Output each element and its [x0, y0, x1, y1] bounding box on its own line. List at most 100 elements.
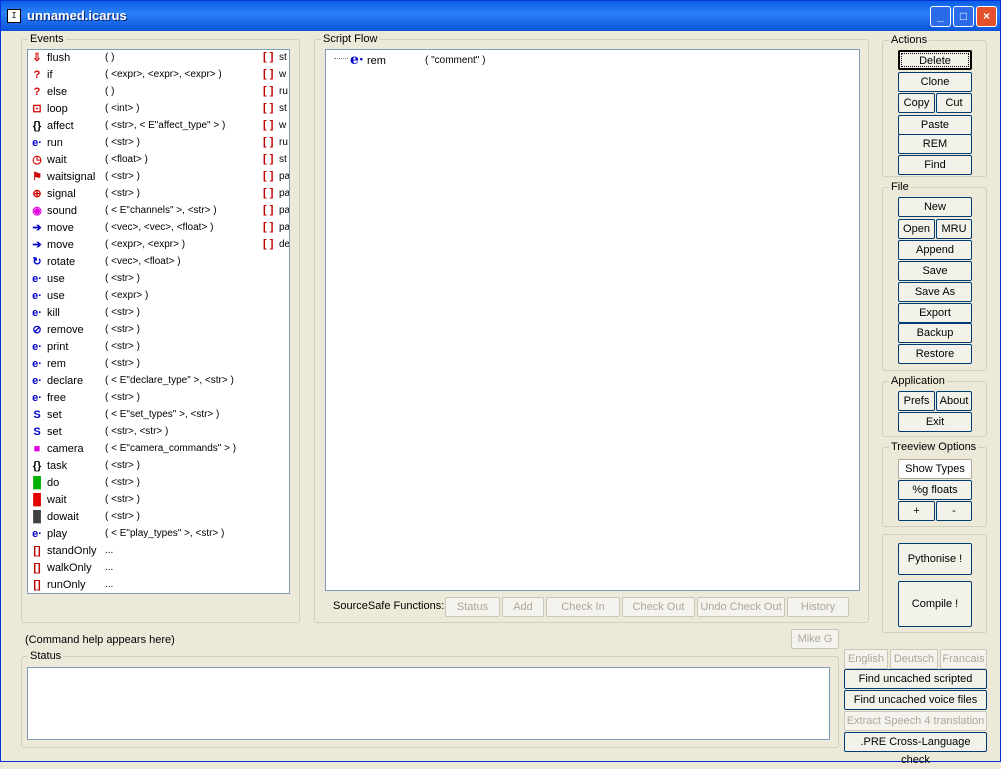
event-params: ... [105, 545, 114, 556]
delete-button[interactable]: Delete [898, 50, 972, 70]
mru-button[interactable]: MRU [936, 219, 972, 239]
minimize-button[interactable]: _ [930, 6, 951, 27]
bracket-icon: [] [33, 579, 41, 591]
sourcesafe-checkin-button[interactable]: Check In [546, 597, 620, 617]
copy-button[interactable]: Copy [898, 93, 935, 113]
restore-button[interactable]: Restore [898, 344, 972, 364]
event-name: affect [47, 120, 74, 132]
sourcesafe-add-button[interactable]: Add [502, 597, 544, 617]
clone-button[interactable]: Clone [898, 72, 972, 92]
arrow-right-icon: ➔ [32, 239, 42, 251]
bracket-icon: [ ] [263, 204, 274, 216]
event-list-item[interactable]: ? if ( <expr>, <expr>, <expr> ) [ ] w [28, 67, 289, 84]
deutsch-button[interactable]: Deutsch [890, 649, 938, 669]
loop-icon: ⊡ [32, 103, 42, 115]
save-button[interactable]: Save [898, 261, 972, 281]
event-name: print [47, 341, 69, 353]
event-list-item[interactable]: e· run ( <str> ) [ ] ru [28, 135, 289, 152]
find-button[interactable]: Find [898, 155, 972, 175]
waitsignal-icon: ⚑ [32, 171, 42, 183]
event-list-item[interactable]: ◉ sound ( < E"channels" >, <str> ) [ ] pa [28, 203, 290, 220]
event-params: ( <str> ) [105, 188, 141, 199]
sourcesafe-status-button[interactable]: Status [445, 597, 500, 617]
extract-speech-button[interactable]: Extract Speech 4 translation [844, 711, 987, 731]
g-floats-toggle[interactable]: %g floats [898, 480, 972, 500]
event-list-item[interactable]: ■ camera ( < E"camera_commands" > ) [28, 441, 289, 458]
event-list-item[interactable]: ➔ move ( <vec>, <vec>, <float> ) [ ] pa [28, 220, 289, 237]
event-params: ( < E"channels" >, <str> ) [105, 205, 217, 216]
show-types-toggle[interactable]: Show Types [898, 459, 972, 479]
find-uncached-audio-button[interactable]: Find uncached scripted audio [844, 669, 987, 703]
tree-node[interactable]: e· rem ( "comment" ) [332, 52, 532, 69]
status-textarea[interactable] [27, 667, 830, 740]
sourcesafe-checkout-button[interactable]: Check Out [622, 597, 695, 617]
event-name: camera [47, 443, 84, 455]
event-list-item[interactable]: █ dowait ( <str> ) [28, 509, 289, 526]
event-list-item[interactable]: █ do ( <str> ) [28, 475, 289, 492]
event-list-item[interactable]: e· use ( <expr> ) [28, 288, 289, 305]
app-icon[interactable]: I [7, 9, 21, 23]
event-list-item[interactable]: ↻ rotate ( <vec>, <float> ) [28, 254, 289, 271]
event-extra-text: st [279, 52, 287, 63]
event-list-item[interactable]: e· use ( <str> ) [28, 271, 289, 288]
event-list-item[interactable]: [] runOnly... [28, 577, 289, 593]
event-list-item[interactable]: ⊕ signal ( <str> ) [ ] pa [28, 186, 289, 203]
about-button[interactable]: About [936, 391, 972, 411]
pre-cross-language-check-button[interactable]: .PRE Cross-Language check [844, 732, 987, 766]
event-list-item[interactable]: ⇩ flush ( ) [ ] st [28, 50, 289, 67]
sourcesafe-history-button[interactable]: History [787, 597, 849, 617]
e-icon: e· [32, 290, 42, 302]
event-extra-text: w [279, 120, 287, 131]
event-list-item[interactable]: e· free ( <str> ) [28, 390, 289, 407]
event-list-item[interactable]: Sset ( < E"set_types" >, <str> ) [28, 407, 289, 424]
find-uncached-voice-button[interactable]: Find uncached voice files [844, 690, 987, 710]
event-list-item[interactable]: ◷ wait ( <float> ) [ ] st [28, 152, 289, 169]
maximize-button[interactable]: □ [953, 6, 974, 27]
event-list-item[interactable]: ⚑ waitsignal ( <str> ) [ ] pa [28, 169, 289, 186]
event-params: ( <int> ) [105, 103, 140, 114]
events-list[interactable]: ⇩ flush ( ) [ ] st? if ( <expr>, <expr>, <expr… [27, 49, 290, 594]
prefs-button[interactable]: Prefs [898, 391, 935, 411]
exit-button[interactable]: Exit [898, 412, 972, 432]
open-button[interactable]: Open [898, 219, 935, 239]
event-list-item[interactable]: ⊡ loop ( <int> ) [ ] st [28, 101, 289, 118]
paste-button[interactable]: Paste [898, 115, 972, 135]
expand-plus-button[interactable]: + [898, 501, 935, 521]
collapse-minus-button[interactable]: - [936, 501, 972, 521]
append-button[interactable]: Append [898, 240, 972, 260]
event-list-item[interactable]: e· declare ( < E"declare_type" >, <str> ) [28, 373, 289, 390]
pythonise-button[interactable]: Pythonise ! [898, 543, 972, 575]
francais-button[interactable]: Francais [940, 649, 987, 669]
event-list-item[interactable]: e· play ( < E"play_types" >, <str> ) [28, 526, 289, 543]
event-list-item[interactable]: Sset ( <str>, <str> ) [28, 424, 289, 441]
event-list-item[interactable]: [] walkOnly... [28, 560, 289, 577]
event-list-item[interactable]: {} affect ( <str>, < E"affect_type" > ) [ ]… [28, 118, 289, 135]
event-name: declare [47, 375, 84, 387]
script-flow-tree[interactable]: e· rem ( "comment" ) [325, 49, 860, 591]
event-name: use [47, 290, 65, 302]
event-name: set [47, 409, 62, 421]
event-list-item[interactable]: {} task ( <str> ) [28, 458, 289, 475]
backup-button[interactable]: Backup [898, 323, 972, 343]
event-extra-text: pa [279, 205, 290, 216]
close-button[interactable]: × [976, 6, 997, 27]
event-list-item[interactable]: ⊘ remove ( <str> ) [28, 322, 289, 339]
event-list-item[interactable]: █ wait ( <str> ) [28, 492, 289, 509]
bracket-icon: [ ] [263, 238, 274, 250]
save-as-button[interactable]: Save As [898, 282, 972, 302]
english-button[interactable]: English [844, 649, 888, 669]
cut-button[interactable]: Cut [936, 93, 972, 113]
event-list-item[interactable]: ➔ move ( <expr>, <expr> ) [ ] de [28, 237, 289, 254]
event-list-item[interactable]: e· rem ( <str> ) [28, 356, 289, 373]
event-list-item[interactable]: e· print ( <str> ) [28, 339, 289, 356]
event-list-item[interactable]: [] standOnly... [28, 543, 289, 560]
sourcesafe-undo-checkout-button[interactable]: Undo Check Out [697, 597, 785, 617]
compile-button[interactable]: Compile ! [898, 581, 972, 627]
new-button[interactable]: New [898, 197, 972, 217]
mike-g-button[interactable]: Mike G [791, 629, 839, 649]
export-button[interactable]: Export [898, 303, 972, 323]
event-list-item[interactable]: ? else ( ) [ ] ru [28, 84, 289, 101]
rem-button[interactable]: REM [898, 134, 972, 154]
event-list-item[interactable]: e· kill ( <str> ) [28, 305, 289, 322]
event-name: move [47, 222, 74, 234]
